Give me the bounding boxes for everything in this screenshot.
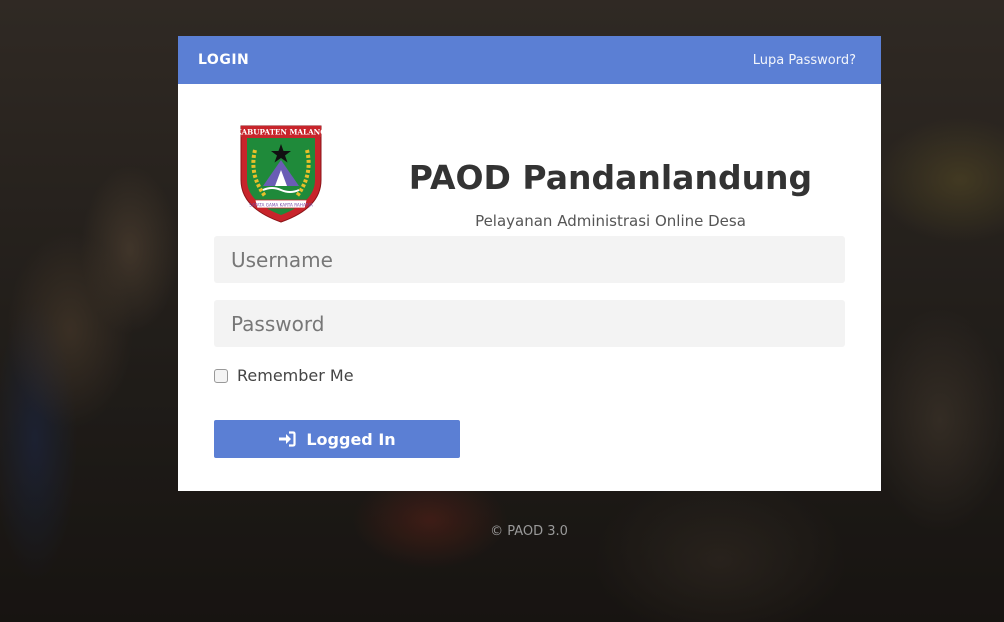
forgot-password-link[interactable]: Lupa Password?	[753, 53, 856, 68]
remember-me-label: Remember Me	[237, 366, 354, 385]
app-subtitle: Pelayanan Administrasi Online Desa	[475, 212, 746, 230]
logo-text-top: KABUPATEN MALANG	[236, 128, 327, 137]
password-input[interactable]	[214, 300, 845, 347]
username-input[interactable]	[214, 236, 845, 283]
login-heading: LOGIN	[198, 52, 250, 68]
remember-me[interactable]: Remember Me	[214, 366, 354, 385]
login-button[interactable]: Logged In	[214, 420, 460, 458]
kabupaten-malang-emblem: KABUPATEN MALANG SATATA GAMA KARTA RAHAR…	[236, 125, 327, 223]
login-button-label: Logged In	[306, 429, 396, 449]
footer-copyright: © PAOD 3.0	[490, 524, 568, 539]
remember-me-checkbox[interactable]	[214, 368, 228, 383]
login-card: LOGIN Lupa Password? KABUPATEN MALANG SA…	[178, 36, 881, 491]
logo-text-bottom: SATATA GAMA KARTA RAHARJA	[249, 203, 313, 208]
card-header: LOGIN Lupa Password?	[178, 36, 881, 84]
sign-in-icon	[278, 431, 296, 447]
app-title: PAOD Pandanlandung	[408, 158, 813, 197]
